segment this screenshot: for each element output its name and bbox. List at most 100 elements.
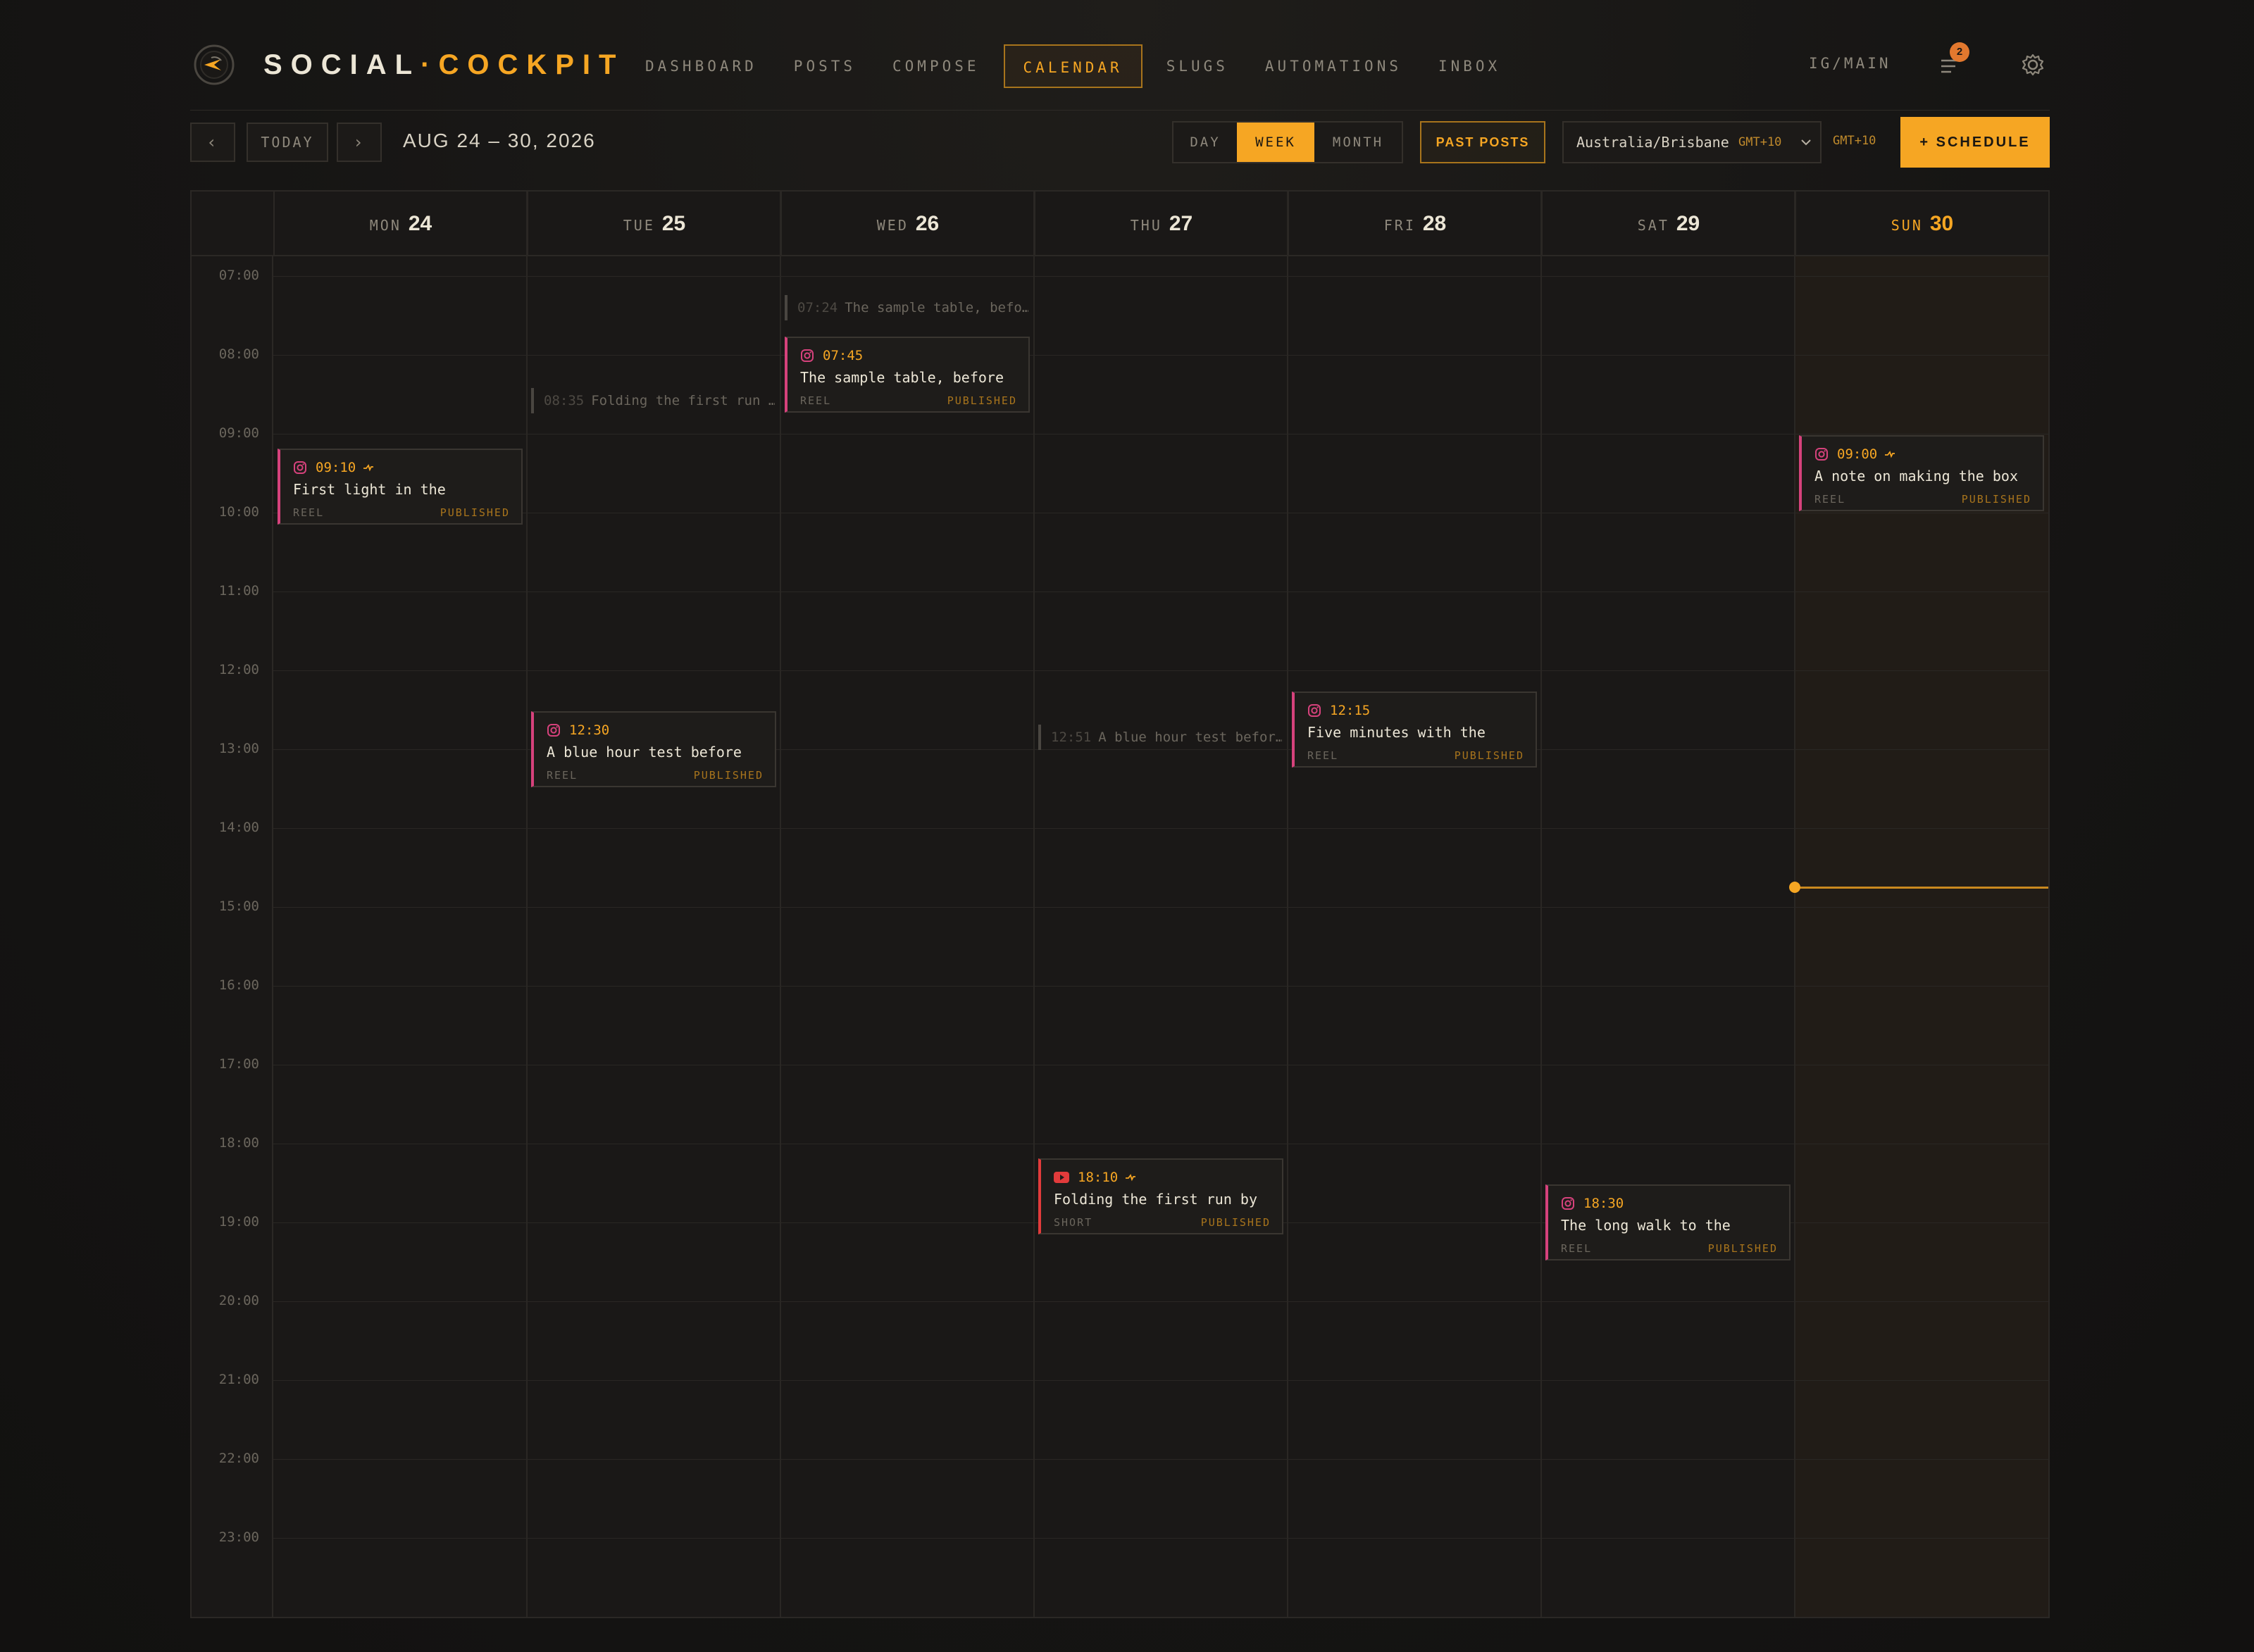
scheduled-post-card[interactable]: 07:45 The sample table, before REEL PUBLISH… [785,337,1030,413]
next-week-button[interactable]: › [337,123,382,162]
calendar-toolbar: ‹ TODAY › AUG 24 – 30, 2026 DAY WEEK MON… [190,117,2050,169]
hour-label: 13:00 [218,741,259,756]
hour-gridline [273,1301,2048,1302]
post-type: REEL [293,506,325,519]
day-name: SAT [1637,217,1669,234]
previous-week-button[interactable]: ‹ [190,123,235,162]
nav-automations[interactable]: AUTOMATIONS [1247,44,1420,88]
scheduled-post-card[interactable]: 09:00 A note on making the box REEL PUBLISH… [1799,435,2044,511]
instagram-icon [1815,448,1828,461]
post-time: 09:00 [1814,445,2031,463]
hour-label: 22:00 [218,1451,259,1466]
account-switcher[interactable]: IG/MAIN [1809,55,1891,72]
schedule-button[interactable]: + SCHEDULE [1900,117,2050,168]
hour-gridline [273,986,2048,987]
today-button[interactable]: TODAY [247,123,328,162]
nav-posts[interactable]: POSTS [776,44,874,88]
day-header-thu[interactable]: THU 27 [1034,192,1288,256]
day-name: MON [369,217,401,234]
hour-label: 16:00 [218,977,259,993]
past-post-title: A blue hour test befor… [1098,730,1282,746]
post-meta: REEL PUBLISHED [800,394,1017,407]
hour-label: 18:00 [218,1135,259,1151]
brand-wordmark: SOCIAL·COCKPIT [263,49,625,80]
nav-inbox[interactable]: INBOX [1420,44,1519,88]
hour-gridline [273,670,2048,671]
past-posts-toggle[interactable]: PAST POSTS [1420,121,1545,163]
post-time: 09:10 [293,458,510,477]
past-post-marker[interactable]: 08:35 Folding the first run … [531,388,775,414]
main-nav: DASHBOARD POSTS COMPOSE CALENDAR SLUGS A… [627,44,1519,89]
post-time-text: 09:10 [316,459,356,475]
hour-label: 19:00 [218,1214,259,1229]
post-status: PUBLISHED [1961,493,2031,506]
day-header-fri[interactable]: FRI 28 [1288,192,1541,256]
past-post-marker[interactable]: 12:51 A blue hour test befor… [1038,725,1282,751]
day-header-tue[interactable]: TUE 25 [527,192,780,256]
settings-gear-icon[interactable] [2019,51,2047,79]
post-title: Five minutes with the [1307,724,1486,741]
timezone-offset-label: GMT+10 [1833,134,1876,148]
header-divider [190,110,2050,111]
post-time-text: 09:00 [1837,446,1878,462]
hour-label: 09:00 [218,425,259,441]
day-column-divider [526,192,528,1617]
day-date: 27 [1169,212,1193,235]
automation-icon [363,463,374,472]
post-meta: REEL PUBLISHED [547,769,764,782]
nav-slugs[interactable]: SLUGS [1148,44,1247,88]
logo-icon[interactable] [193,44,235,86]
scheduled-post-card[interactable]: 12:15 Five minutes with the REEL PUBLISHED [1292,692,1537,768]
hour-gridline [273,1538,2048,1539]
post-title: The long walk to the [1561,1217,1731,1234]
timezone-select[interactable]: Australia/Brisbane GMT+10 [1562,121,1822,163]
instagram-icon [1562,1197,1574,1210]
nav-dashboard[interactable]: DASHBOARD [627,44,776,88]
day-header-row: MON 24 TUE 25 WED 26 THU 27 FRI 28 SAT 29 SUN 30 [192,192,2048,256]
instagram-icon [294,461,306,474]
scheduled-post-card[interactable]: 09:10 First light in the REEL PUBLISHED [278,448,523,525]
post-time: 07:45 [800,346,1017,365]
nav-compose[interactable]: COMPOSE [874,44,998,88]
day-column-divider [1540,192,1542,1617]
post-title: The sample table, before [800,369,1004,386]
scheduled-post-card[interactable]: 18:30 The long walk to the REEL PUBLISHED [1545,1184,1791,1260]
hour-gridline [273,828,2048,829]
scheduled-post-card[interactable]: 12:30 A blue hour test before REEL PUBLISHE… [531,711,776,787]
day-column-divider [780,192,781,1617]
notification-count-badge: 2 [1950,42,1969,62]
timezone-name: Australia/Brisbane [1576,134,1729,151]
day-header-sat[interactable]: SAT 29 [1541,192,1795,256]
hour-label: 23:00 [218,1529,259,1545]
view-day-button[interactable]: DAY [1173,123,1237,162]
view-week-button[interactable]: WEEK [1237,123,1314,162]
automation-icon [1885,451,1895,458]
post-time: 18:10 [1054,1168,1271,1187]
day-column-divider [1033,192,1035,1617]
week-calendar-grid: MON 24 TUE 25 WED 26 THU 27 FRI 28 SAT 29 SUN 30 07:0… [190,190,2050,1618]
view-month-button[interactable]: MONTH [1314,123,1402,162]
nav-calendar[interactable]: CALENDAR [1003,44,1142,88]
post-time: 12:30 [547,721,764,739]
post-time-text: 07:45 [823,348,864,363]
hour-label: 12:00 [218,662,259,677]
day-date: 29 [1676,212,1700,235]
post-meta: SHORT PUBLISHED [1054,1216,1271,1229]
day-date: 28 [1422,212,1447,235]
hour-gridline [273,1459,2048,1460]
scheduled-post-card[interactable]: 18:10 Folding the first run by SHORT PUBLIS… [1038,1158,1283,1234]
day-date: 26 [915,212,940,235]
day-header-sun[interactable]: SUN 30 [1795,192,2048,256]
post-title: Folding the first run by [1054,1190,1257,1208]
hour-label: 11:00 [218,583,259,599]
day-name: WED [876,217,909,234]
hour-label: 17:00 [218,1056,259,1072]
day-header-wed[interactable]: WED 26 [780,192,1034,256]
day-header-mon[interactable]: MON 24 [273,192,527,256]
past-post-title: The sample table, befo… [845,299,1028,315]
day-date: 24 [408,212,432,235]
past-post-marker[interactable]: 07:24 The sample table, befo… [785,294,1028,320]
view-switcher: DAY WEEK MONTH [1172,121,1403,163]
post-meta: REEL PUBLISHED [1307,749,1524,762]
post-status: PUBLISHED [947,394,1017,407]
